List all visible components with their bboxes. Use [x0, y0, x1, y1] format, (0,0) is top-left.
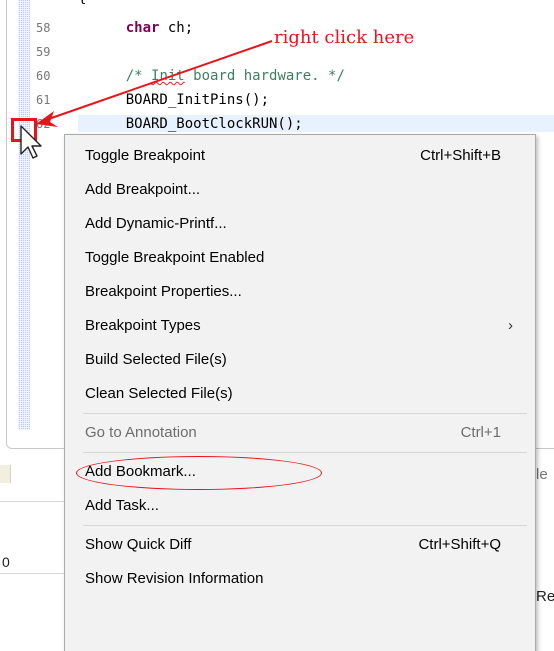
menu-item-build-selected-files[interactable]: Build Selected File(s) — [65, 343, 535, 377]
line-number: 60 — [36, 69, 51, 83]
menu-item-label: Clean Selected File(s) — [85, 385, 233, 402]
menu-item-label: Build Selected File(s) — [85, 351, 227, 368]
code-line: /* Init board hardware. */ — [92, 66, 345, 86]
menu-item-label: Add Breakpoint... — [85, 181, 201, 198]
menu-item-shortcut: Ctrl+Shift+Q — [418, 536, 501, 553]
view-tab-icon[interactable] — [0, 465, 11, 483]
menu-item-add-breakpoint[interactable]: Add Breakpoint... — [65, 173, 535, 207]
code-token: Init — [151, 68, 185, 84]
divider — [0, 501, 70, 502]
menu-item-label: Toggle Breakpoint — [85, 147, 206, 164]
menu-item-add-task[interactable]: Add Task... — [65, 489, 535, 523]
menu-item-label: Add Task... — [85, 497, 159, 514]
menu-separator — [83, 452, 527, 453]
menu-item-label: Add Bookmark... — [76, 455, 322, 490]
menu-item-label: Go to Annotation — [85, 424, 197, 441]
code-line: BOARD_InitPins(); — [92, 90, 269, 110]
code-line: { — [78, 0, 86, 8]
menu-separator — [83, 525, 527, 526]
menu-item-toggle-breakpoint-enabled[interactable]: Toggle Breakpoint Enabled — [65, 241, 535, 275]
code-token: char — [125, 20, 160, 36]
view-tab-label-peek: 0 — [2, 554, 10, 570]
menu-item-clean-selected-files[interactable]: Clean Selected File(s) — [65, 377, 535, 411]
menu-item-show-revision-information[interactable]: Show Revision Information — [65, 562, 535, 596]
menu-item-add-bookmark[interactable]: Add Bookmark... — [65, 455, 535, 490]
editor-vertical-ruler[interactable] — [18, 0, 30, 430]
annotation-label: right click here — [274, 27, 415, 48]
code-token: BOARD_BootClockRUN(); — [92, 116, 303, 132]
menu-item-label: Show Quick Diff — [85, 536, 192, 553]
line-number: 59 — [36, 45, 51, 59]
menu-item-show-quick-diff[interactable]: Show Quick Diff Ctrl+Shift+Q — [65, 528, 535, 562]
annotation-ellipse — [76, 456, 322, 490]
line-number: 61 — [36, 93, 51, 107]
menu-item-breakpoint-properties[interactable]: Breakpoint Properties... — [65, 275, 535, 309]
code-line: BOARD_BootClockRUN(); — [92, 114, 303, 134]
menu-item-label: Breakpoint Properties... — [85, 283, 242, 300]
chevron-right-icon: › — [508, 317, 513, 334]
code-line: char ch; — [92, 18, 193, 38]
mouse-pointer-icon — [20, 125, 42, 159]
menu-item-label: Add Dynamic-Printf... — [85, 215, 227, 232]
context-menu: Toggle Breakpoint Ctrl+Shift+B Add Breakpo… — [64, 134, 536, 651]
view-tab-label-peek: Re — [536, 588, 554, 605]
code-token: /* — [125, 68, 152, 84]
menu-item-toggle-breakpoint[interactable]: Toggle Breakpoint Ctrl+Shift+B — [65, 139, 535, 173]
menu-item-breakpoint-types[interactable]: Breakpoint Types › — [65, 309, 535, 343]
code-token: BOARD_InitPins(); — [92, 92, 270, 108]
view-tab-label-peek: le — [536, 466, 548, 483]
menu-separator — [83, 413, 527, 414]
code-token: ch; — [159, 20, 194, 36]
menu-item-label: Show Revision Information — [85, 570, 264, 587]
menu-item-add-dynamic-printf[interactable]: Add Dynamic-Printf... — [65, 207, 535, 241]
menu-item-label: Toggle Breakpoint Enabled — [85, 249, 265, 266]
menu-item-shortcut: Ctrl+Shift+B — [420, 147, 501, 164]
line-number: 58 — [36, 21, 51, 35]
code-token: board hardware. */ — [184, 68, 345, 84]
divider — [0, 573, 70, 574]
menu-item-label: Breakpoint Types — [85, 317, 201, 334]
menu-item-shortcut: Ctrl+1 — [460, 424, 501, 441]
menu-item-go-to-annotation[interactable]: Go to Annotation Ctrl+1 — [65, 416, 535, 450]
